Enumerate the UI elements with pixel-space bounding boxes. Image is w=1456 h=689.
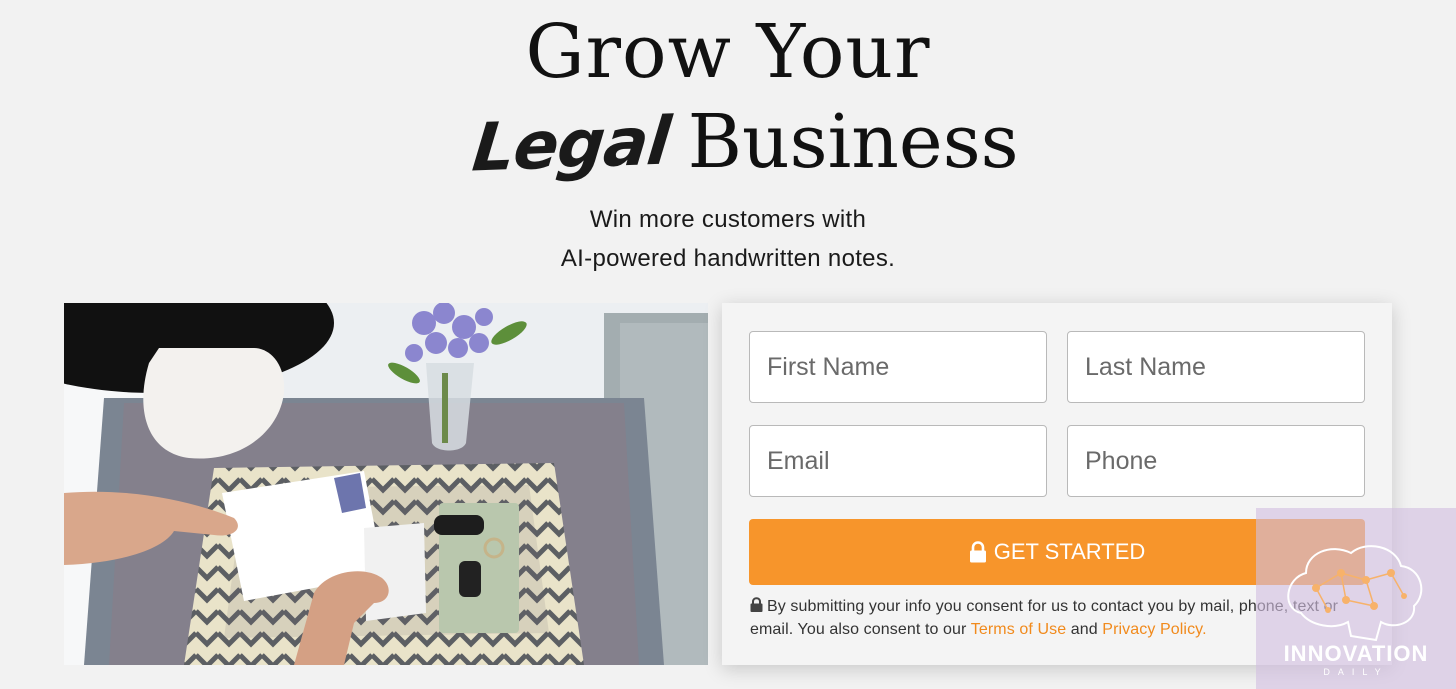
subtitle-line-2: AI-powered handwritten notes. [560,245,896,272]
lock-icon [750,597,763,619]
headline-serif-word: Business [687,99,1019,185]
subtitle-line-1: Win more customers with [589,206,867,233]
watermark-title: INNOVATION [1283,641,1429,666]
first-name-input[interactable] [749,331,1047,403]
hero-photo [64,303,708,665]
hero-photo-illustration [64,303,708,665]
privacy-policy-link[interactable]: Privacy Policy. [1102,621,1206,638]
headline-script-word: Legal [469,102,674,187]
brain-network-icon [1287,545,1423,642]
email-input[interactable] [749,425,1047,497]
innovation-daily-watermark: INNOVATION DAILY [1256,508,1456,689]
consent-and: and [1070,621,1098,638]
last-name-input[interactable] [1067,331,1365,403]
headline-line-2: Legal Business [36,96,1456,209]
lock-icon [969,541,987,563]
get-started-label: GET STARTED [993,539,1146,564]
headline-line-1: Grow Your [525,9,931,95]
terms-of-use-link[interactable]: Terms of Use [971,621,1066,638]
hero-subtitle: Win more customers with AI-powered handw… [0,200,1456,278]
watermark-subtitle: DAILY [1323,667,1389,677]
phone-input[interactable] [1067,425,1365,497]
hero-headline: Grow Your Legal Business [0,8,1456,209]
